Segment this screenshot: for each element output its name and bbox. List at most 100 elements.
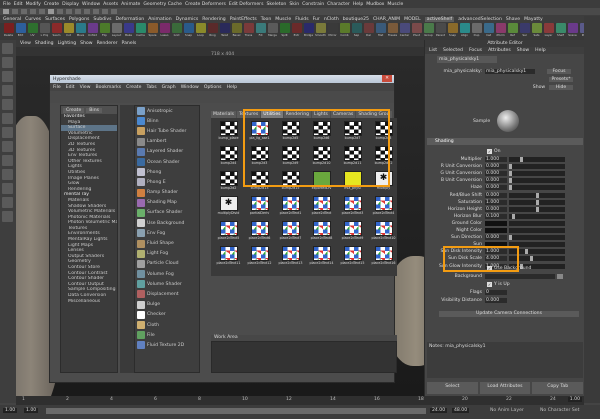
shelf-button-sep[interactable]: Sep xyxy=(351,23,362,39)
shelf-button-scene[interactable]: Scene xyxy=(567,23,578,39)
node-tile[interactable]: place2dText10 xyxy=(370,221,397,243)
attribute-slider[interactable] xyxy=(509,199,565,205)
select-hierarchy-icon[interactable] xyxy=(39,9,45,14)
shelf-button-center[interactable]: Center xyxy=(399,23,410,39)
rotate-tool-icon[interactable] xyxy=(2,99,13,110)
node-tile[interactable]: place2dText4 xyxy=(370,196,397,218)
attribute-slider[interactable] xyxy=(509,213,565,219)
node-type-item[interactable]: Blinn xyxy=(135,116,199,126)
menu-item-animate[interactable]: Animate xyxy=(121,2,140,7)
menu-item-window[interactable]: Window xyxy=(82,2,100,7)
shelf-button-lasso[interactable]: Lasso xyxy=(159,23,170,39)
node-type-item[interactable]: Anisotropic xyxy=(135,106,199,116)
shelf-button-move[interactable]: Move xyxy=(75,23,86,39)
slider-handle[interactable] xyxy=(535,192,539,198)
node-tile[interactable]: place2dText9 xyxy=(339,221,366,243)
shelf-button-extr[interactable]: Extr xyxy=(291,23,302,39)
shelf-button-dup[interactable]: Dup xyxy=(471,23,482,39)
shelf-button-parent[interactable]: Parent xyxy=(435,23,446,39)
range-outer-end-field[interactable]: 48.00 xyxy=(452,408,470,413)
shelf-button-smooth[interactable]: Smooth xyxy=(315,23,326,39)
paint-select-icon[interactable] xyxy=(2,71,13,82)
shelf-button-del[interactable]: Del xyxy=(363,23,374,39)
node-type-item[interactable]: Phong xyxy=(135,167,199,177)
attribute-value-field[interactable]: 0.000 xyxy=(485,178,507,184)
menu-item-skeleton[interactable]: Skeleton xyxy=(266,2,286,7)
attribute-value-field[interactable]: 0.000 xyxy=(485,206,507,212)
hypershade-menu-file[interactable]: File xyxy=(53,85,61,90)
shelf-button-bake[interactable]: Bake xyxy=(123,23,134,39)
viewport-menu-show[interactable]: Show xyxy=(80,41,92,46)
menu-item-help[interactable]: Help xyxy=(353,2,363,7)
color-slider[interactable] xyxy=(509,228,565,233)
slider-handle[interactable] xyxy=(535,199,539,205)
scale-tool-icon[interactable] xyxy=(2,113,13,124)
node-type-item[interactable]: Ocean Shader xyxy=(135,157,199,167)
node-type-item[interactable]: Volume Fog xyxy=(135,269,199,279)
menu-item-assets[interactable]: Assets xyxy=(103,2,118,7)
shelf-tab-model[interactable]: MODEL xyxy=(404,17,421,22)
hypershade-menu-options[interactable]: Options xyxy=(204,85,222,90)
layout-single-icon[interactable] xyxy=(2,155,13,166)
ae-menu-focus[interactable]: Focus xyxy=(469,47,482,54)
attribute-slider[interactable] xyxy=(509,235,565,241)
attribute-slider[interactable] xyxy=(509,157,565,162)
shelf-button-align[interactable]: Align xyxy=(459,23,470,39)
color-slider[interactable] xyxy=(509,220,565,226)
shelf-button-group[interactable]: Group xyxy=(423,23,434,39)
ae-menu-list[interactable]: List xyxy=(429,47,437,54)
shelf-tab-dynamics[interactable]: Dynamics xyxy=(176,17,199,22)
menu-item-display[interactable]: Display xyxy=(62,2,79,7)
node-type-item[interactable]: Surface Shader xyxy=(135,208,199,218)
shelf-button-delete[interactable]: Delete xyxy=(3,23,14,39)
shelf-button-twist[interactable]: Twist xyxy=(219,23,230,39)
menu-item-create-deformers[interactable]: Create Deformers xyxy=(185,2,226,7)
shelf-button-seam[interactable]: Seam xyxy=(51,23,62,39)
snap-grid-icon[interactable] xyxy=(66,9,72,14)
ae-menu-help[interactable]: Help xyxy=(535,47,545,54)
render-settings-icon[interactable] xyxy=(111,9,117,14)
attribute-value-field[interactable]: 0.000 xyxy=(485,185,507,191)
node-type-item[interactable]: Ramp Shader xyxy=(135,188,199,198)
shelf-tab-deformation[interactable]: Deformation xyxy=(115,17,144,22)
node-type-item[interactable]: Bulge xyxy=(135,300,199,310)
slider-handle[interactable] xyxy=(524,249,528,255)
hide-button[interactable]: Hide xyxy=(549,85,573,90)
hypershade-menu-create[interactable]: Create xyxy=(126,85,141,90)
attribute-slider[interactable] xyxy=(509,164,565,170)
shelf-button-hist[interactable]: Hist xyxy=(375,23,386,39)
map-button-icon[interactable] xyxy=(557,274,563,279)
node-tile[interactable]: place2dText14 xyxy=(308,246,335,268)
shelf-tab-shave[interactable]: Shave xyxy=(506,17,520,22)
tree-item[interactable]: Volumetric Materials xyxy=(61,209,117,215)
shelf-button-trans[interactable]: Trans xyxy=(243,23,254,39)
node-name-field[interactable]: mia_physicalsky1 xyxy=(485,69,535,74)
shelf-button-shelf[interactable]: Shelf xyxy=(555,23,566,39)
background-field[interactable] xyxy=(485,274,555,279)
attribute-value-field[interactable]: 0.000 xyxy=(485,298,507,303)
node-tile[interactable]: place2dText16 xyxy=(370,246,397,268)
node-tile[interactable]: place2dText8 xyxy=(308,221,335,243)
menu-item-character[interactable]: Character xyxy=(327,2,350,7)
shelf-tab-general[interactable]: General xyxy=(3,17,21,22)
layout-four-icon[interactable] xyxy=(2,169,13,180)
shelf-button-snap[interactable]: Snap xyxy=(447,23,458,39)
node-type-item[interactable]: Hair Tube Shader xyxy=(135,126,199,136)
slider-handle[interactable] xyxy=(509,185,512,191)
node-type-item[interactable]: Cloth xyxy=(135,320,199,330)
presets-button[interactable]: Presets* xyxy=(549,77,573,82)
shelf-tab-boutique25[interactable]: boutique25 xyxy=(343,17,369,22)
shelf-button-cache[interactable]: Cache xyxy=(135,23,146,39)
shelf-button-snap[interactable]: Snap xyxy=(183,23,194,39)
color-swatch[interactable] xyxy=(485,220,507,226)
hypershade-menu-help[interactable]: Help xyxy=(227,85,237,90)
shelf-tab-mayatty[interactable]: Mayatty xyxy=(524,17,543,22)
shelf-tab-activeshelf[interactable]: activeShelf xyxy=(424,16,455,22)
shelf-button-edit[interactable]: Edit xyxy=(15,23,26,39)
viewport-menu-renderer[interactable]: Renderer xyxy=(97,41,118,46)
save-scene-icon[interactable] xyxy=(30,9,36,14)
menu-item-create[interactable]: Create xyxy=(44,2,59,7)
attribute-slider[interactable] xyxy=(509,171,565,177)
current-frame-field[interactable]: 1.00 xyxy=(567,397,582,402)
shelf-tab-animation[interactable]: Animation xyxy=(148,17,171,22)
